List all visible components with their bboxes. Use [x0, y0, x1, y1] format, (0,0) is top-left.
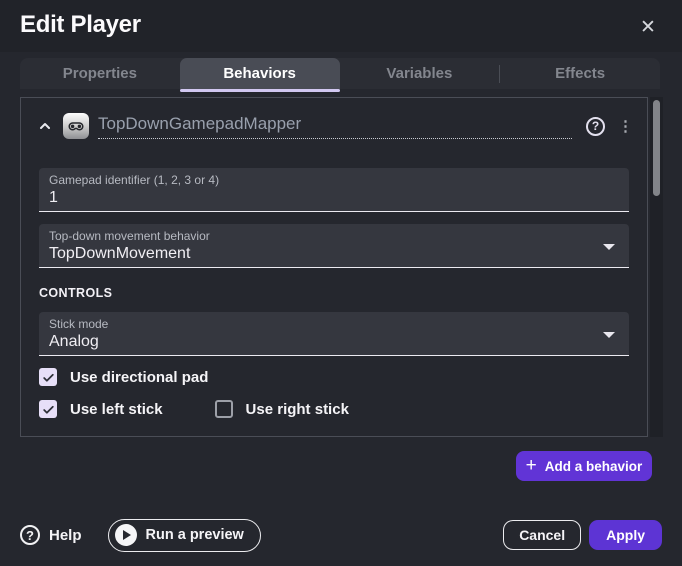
left-stick-checkbox[interactable]	[39, 400, 57, 418]
chevron-down-icon	[603, 332, 615, 338]
directional-pad-label[interactable]: Use directional pad	[70, 369, 208, 386]
help-icon: ?	[20, 525, 40, 545]
run-preview-button[interactable]: Run a preview	[108, 519, 261, 552]
plus-icon: +	[526, 456, 537, 475]
help-label: Help	[49, 527, 82, 544]
stick-mode-label: Stick mode	[49, 317, 619, 331]
tab-bar: Properties Behaviors Variables Effects	[20, 58, 660, 89]
stick-mode-select[interactable]: Stick mode Analog	[39, 312, 629, 356]
movement-behavior-label: Top-down movement behavior	[49, 229, 619, 243]
gamepad-icon	[63, 113, 89, 139]
movement-behavior-value: TopDownMovement	[49, 245, 619, 263]
add-behavior-label: Add a behavior	[545, 459, 643, 474]
run-preview-label: Run a preview	[146, 527, 244, 543]
gamepad-identifier-field[interactable]: Gamepad identifier (1, 2, 3 or 4) 1	[39, 168, 629, 212]
behavior-menu-icon[interactable]: ⋮	[618, 119, 633, 134]
behavior-help-icon[interactable]: ?	[586, 117, 605, 136]
apply-button[interactable]: Apply	[589, 520, 662, 550]
tab-behaviors[interactable]: Behaviors	[180, 58, 340, 89]
right-stick-checkbox[interactable]	[215, 400, 233, 418]
help-button[interactable]: ? Help	[20, 525, 82, 545]
behavior-name-field[interactable]: TopDownGamepadMapper	[98, 114, 572, 139]
gamepad-identifier-value: 1	[49, 189, 619, 207]
movement-behavior-select[interactable]: Top-down movement behavior TopDownMoveme…	[39, 224, 629, 268]
cancel-button[interactable]: Cancel	[503, 520, 581, 550]
tab-properties[interactable]: Properties	[20, 58, 180, 89]
page-title: Edit Player	[20, 11, 141, 39]
dialog-footer: ? Help Run a preview Cancel Apply	[0, 504, 682, 566]
right-stick-label[interactable]: Use right stick	[246, 401, 349, 418]
tab-effects[interactable]: Effects	[500, 58, 660, 89]
scrollbar-thumb[interactable]	[653, 100, 660, 196]
directional-pad-row: Use directional pad	[39, 368, 208, 386]
dialog-titlebar: Edit Player ✕	[0, 0, 682, 52]
chevron-up-icon[interactable]	[35, 116, 55, 136]
play-icon	[115, 524, 137, 546]
stick-mode-value: Analog	[49, 333, 619, 351]
close-icon[interactable]: ✕	[636, 16, 660, 40]
behaviors-scroll-area: TopDownGamepadMapper ? ⋮ Gamepad identif…	[20, 97, 648, 437]
sticks-row: Use left stick Use right stick	[39, 400, 349, 418]
tab-variables[interactable]: Variables	[340, 58, 500, 89]
left-stick-label[interactable]: Use left stick	[70, 401, 163, 418]
controls-section-header: CONTROLS	[39, 286, 112, 300]
chevron-down-icon	[603, 244, 615, 250]
directional-pad-checkbox[interactable]	[39, 368, 57, 386]
gamepad-identifier-label: Gamepad identifier (1, 2, 3 or 4)	[49, 173, 619, 187]
behavior-header: TopDownGamepadMapper ? ⋮	[35, 112, 635, 140]
add-behavior-button[interactable]: + Add a behavior	[516, 451, 652, 481]
